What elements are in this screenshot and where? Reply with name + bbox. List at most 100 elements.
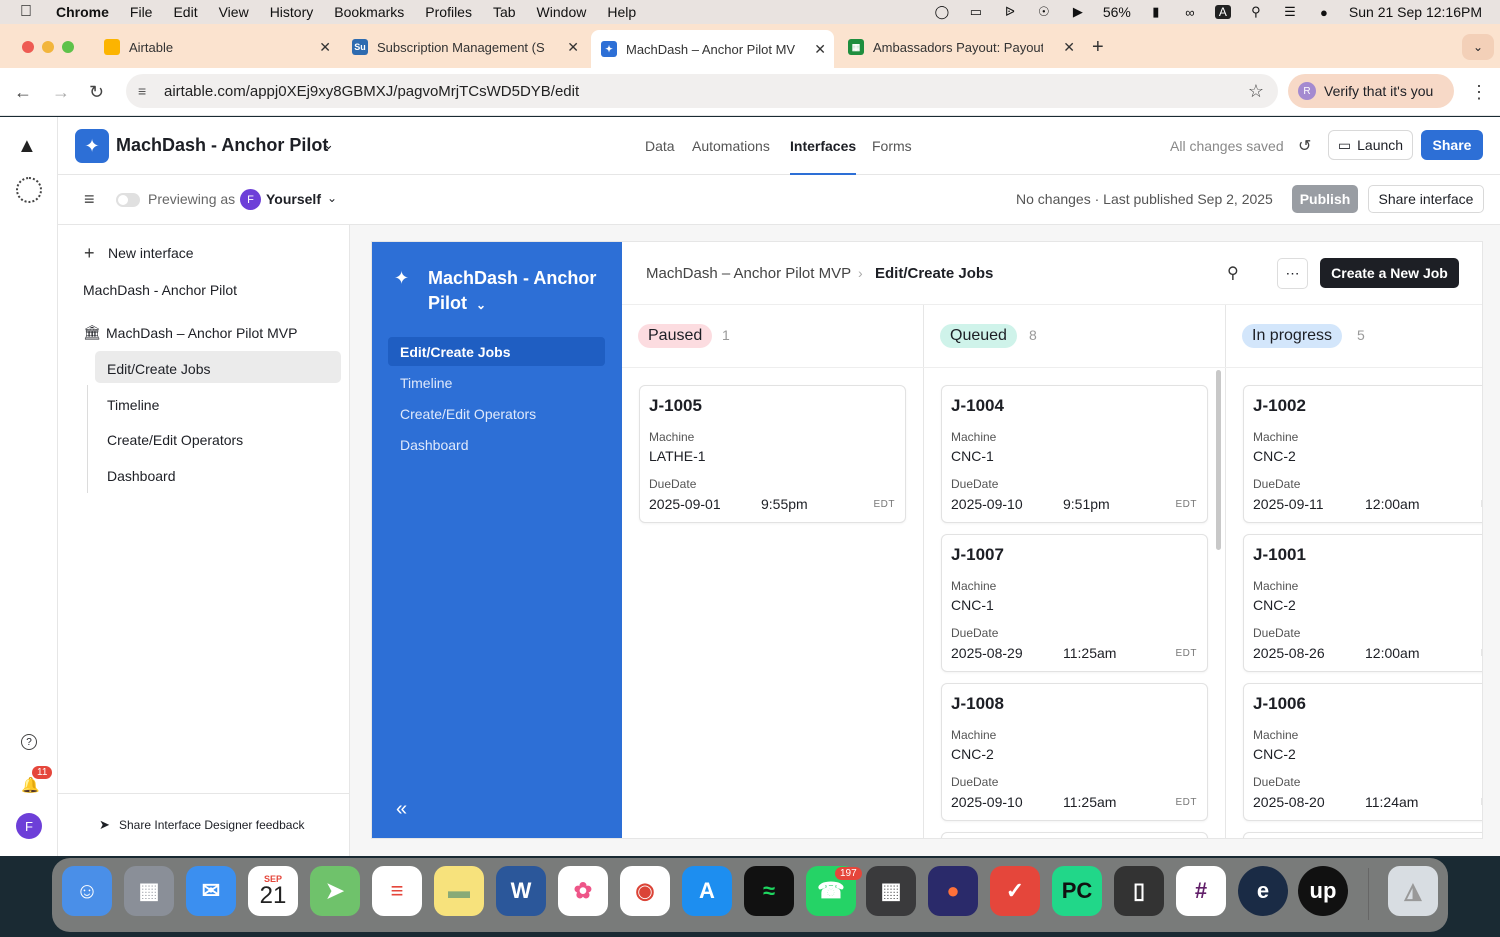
menu-help[interactable]: Help [607, 4, 636, 20]
airtable-logo-icon[interactable]: ▲ [17, 135, 41, 157]
menu-tab[interactable]: Tab [493, 4, 516, 20]
job-card[interactable]: J-1004 Machine CNC-1 DueDate 2025-09-10 … [941, 385, 1208, 523]
back-icon[interactable]: ← [14, 82, 32, 103]
menu-edit[interactable]: Edit [173, 4, 197, 20]
notes-icon[interactable]: ▬ [434, 866, 484, 916]
verify-profile-button[interactable]: R Verify that it's you [1288, 74, 1454, 108]
slack-icon[interactable]: # [1176, 866, 1226, 916]
tab-search-icon[interactable]: ⌄ [1462, 34, 1494, 60]
close-tab-icon[interactable]: ✕ [814, 41, 826, 58]
bluetooth-icon[interactable]: ᐉ [1001, 4, 1019, 19]
job-card[interactable] [1243, 832, 1482, 838]
link-icon[interactable]: ∞ [1181, 5, 1199, 20]
interface-title[interactable]: MachDash - Anchor Pilot ⌄ [428, 266, 608, 318]
job-card[interactable]: J-1008 Machine CNC-2 DueDate 2025-09-10 … [941, 683, 1208, 821]
preview-user-select[interactable]: Yourself [266, 191, 321, 207]
tick-tick-icon[interactable]: ✓ [990, 866, 1040, 916]
bookmark-star-icon[interactable]: ☆ [1248, 81, 1264, 102]
mail-icon[interactable]: ✉ [186, 866, 236, 916]
tab-airtable[interactable]: Airtable ✕ [94, 32, 339, 62]
battery-icon[interactable]: ▮ [1147, 4, 1165, 19]
tab-data[interactable]: Data [645, 138, 675, 154]
hamburger-icon[interactable]: ≡ [84, 189, 95, 210]
tab-subscription-management[interactable]: Su Subscription Management (S ✕ [342, 32, 587, 62]
address-bar[interactable]: ≡ airtable.com/appj0XEj9xy8GBMXJ/pagvoMr… [126, 74, 1278, 108]
reload-icon[interactable]: ↻ [89, 82, 104, 103]
photos-icon[interactable]: ✿ [558, 866, 608, 916]
nav-edit-create-jobs[interactable]: Edit/Create Jobs [400, 344, 510, 360]
menu-history[interactable]: History [270, 4, 314, 20]
omni-icon[interactable] [16, 177, 42, 203]
page-timeline[interactable]: Timeline [107, 397, 159, 413]
menu-app[interactable]: Chrome [56, 4, 109, 20]
upwork-status-icon[interactable]: ◯ [933, 4, 951, 19]
nav-create-edit-operators[interactable]: Create/Edit Operators [400, 406, 536, 422]
feedback-link[interactable]: Share Interface Designer feedback [119, 818, 304, 832]
iphone-mirroring-icon[interactable]: ▯ [1114, 866, 1164, 916]
publish-button[interactable]: Publish [1292, 185, 1358, 213]
tab-machdash[interactable]: ✦ MachDash – Anchor Pilot MV ✕ [591, 30, 834, 68]
job-card[interactable]: J-1006 Machine CNC-2 DueDate 2025-08-20 … [1243, 683, 1482, 821]
browser-menu-icon[interactable]: ⋮ [1470, 82, 1488, 103]
apple-icon[interactable]:  [20, 3, 38, 21]
base-name[interactable]: MachDash - Anchor Pilot [116, 135, 328, 156]
new-interface-button[interactable]: New interface [108, 245, 194, 261]
edge-app-icon[interactable]: e [1238, 866, 1288, 916]
history-icon[interactable]: ↺ [1298, 136, 1311, 156]
help-icon[interactable]: ? [21, 734, 37, 750]
search-icon[interactable]: ⚲ [1227, 263, 1239, 283]
account-avatar[interactable]: F [16, 813, 42, 839]
column-scrollbar[interactable] [1216, 370, 1221, 550]
share-button[interactable]: Share [1421, 130, 1483, 160]
tab-automations[interactable]: Automations [692, 138, 770, 154]
site-settings-icon[interactable]: ≡ [138, 83, 146, 99]
display-icon[interactable]: ▭ [967, 4, 985, 19]
close-window-button[interactable] [22, 41, 34, 53]
preview-toggle[interactable] [116, 193, 140, 207]
accessibility-icon[interactable]: ☉ [1035, 4, 1053, 19]
control-center-icon[interactable]: ☰ [1281, 4, 1299, 19]
play-icon[interactable]: ▶ [1069, 4, 1087, 19]
tab-interfaces[interactable]: Interfaces [790, 138, 856, 154]
page-edit-create-jobs[interactable]: Edit/Create Jobs [107, 361, 211, 377]
more-options-button[interactable]: ⋯ [1277, 258, 1308, 289]
zoom-window-button[interactable] [62, 41, 74, 53]
nav-timeline[interactable]: Timeline [400, 375, 452, 391]
finder-icon[interactable]: ☺ [62, 866, 112, 916]
job-card[interactable]: J-1005 Machine LATHE-1 DueDate 2025-09-0… [639, 385, 906, 523]
job-card[interactable]: J-1002 Machine CNC-2 DueDate 2025-09-11 … [1243, 385, 1482, 523]
calendar-icon[interactable]: SEP 21 [248, 866, 298, 916]
chevron-down-icon[interactable]: ⌄ [476, 298, 486, 312]
chrome-icon[interactable]: ◉ [620, 866, 670, 916]
maps-icon[interactable]: ➤ [310, 866, 360, 916]
job-card[interactable]: J-1001 Machine CNC-2 DueDate 2025-08-26 … [1243, 534, 1482, 672]
trash-icon[interactable]: ◮ [1388, 866, 1438, 916]
launch-button[interactable]: ▭ Launch [1328, 130, 1413, 160]
close-tab-icon[interactable]: ✕ [567, 39, 579, 56]
close-tab-icon[interactable]: ✕ [1063, 39, 1075, 56]
new-tab-icon[interactable]: + [1092, 36, 1104, 59]
page-dashboard[interactable]: Dashboard [107, 468, 176, 484]
reminders-icon[interactable]: ≡ [372, 866, 422, 916]
breadcrumb-parent[interactable]: MachDash – Anchor Pilot MVP [646, 265, 851, 282]
job-card[interactable]: J-1007 Machine CNC-1 DueDate 2025-08-29 … [941, 534, 1208, 672]
clock[interactable]: Sun 21 Sep 12:16PM [1349, 4, 1482, 20]
collapse-sidebar-icon[interactable]: « [396, 798, 407, 821]
plus-icon[interactable]: + [84, 243, 95, 264]
tab-forms[interactable]: Forms [872, 138, 912, 154]
forward-icon[interactable]: → [52, 82, 70, 103]
minimize-window-button[interactable] [42, 41, 54, 53]
chevron-down-icon[interactable]: ⌄ [327, 191, 337, 205]
firefox-icon[interactable]: ● [928, 866, 978, 916]
pycharm-icon[interactable]: PC [1052, 866, 1102, 916]
menu-profiles[interactable]: Profiles [425, 4, 472, 20]
launchpad-icon[interactable]: ▦ [124, 866, 174, 916]
share-interface-button[interactable]: Share interface [1368, 185, 1484, 213]
menu-window[interactable]: Window [537, 4, 587, 20]
search-icon[interactable]: ⚲ [1247, 4, 1265, 19]
menu-file[interactable]: File [130, 4, 153, 20]
close-tab-icon[interactable]: ✕ [319, 39, 331, 56]
interface-group[interactable]: MachDash – Anchor Pilot MVP [106, 325, 297, 341]
interface-section-title[interactable]: MachDash - Anchor Pilot [83, 282, 237, 298]
page-create-edit-operators[interactable]: Create/Edit Operators [107, 432, 243, 448]
